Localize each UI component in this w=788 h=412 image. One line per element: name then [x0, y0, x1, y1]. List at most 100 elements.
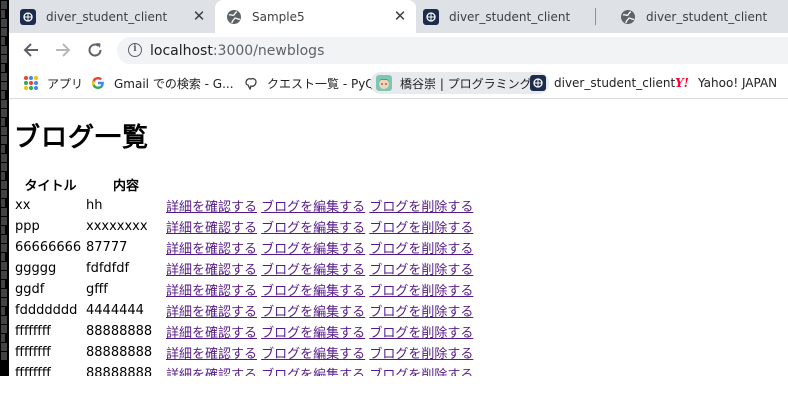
cell-actions: 詳細を確認する ブログを編集する ブログを削除する: [166, 363, 473, 376]
bookmark-diver-student-client[interactable]: diver_student_client: [530, 72, 675, 94]
edit-blog-link[interactable]: ブログを編集する: [261, 263, 365, 278]
table-row: ffffffff 88888888 詳細を確認する ブログを編集する ブログを削除す…: [15, 363, 473, 376]
url-text: localhost:3000/newblogs: [150, 43, 324, 59]
show-detail-link[interactable]: 詳細を確認する: [166, 200, 257, 215]
back-arrow-icon: [23, 43, 38, 57]
show-detail-link[interactable]: 詳細を確認する: [166, 263, 257, 278]
terminal-text-fragment: [1, 55, 7, 63]
terminal-text-fragment: [1, 1, 7, 9]
tab-close-icon[interactable]: ✕: [392, 9, 408, 25]
show-detail-link[interactable]: 詳細を確認する: [166, 347, 257, 362]
cell-actions: 詳細を確認する ブログを編集する ブログを削除する: [166, 279, 473, 300]
delete-blog-link[interactable]: ブログを削除する: [369, 200, 473, 215]
terminal-text-fragment: [1, 244, 7, 252]
delete-blog-link[interactable]: ブログを削除する: [369, 305, 473, 320]
terminal-text-fragment: [1, 298, 7, 306]
avatar-icon: [376, 75, 392, 91]
edit-blog-link[interactable]: ブログを編集する: [261, 242, 365, 257]
edit-blog-link[interactable]: ブログを編集する: [261, 200, 365, 215]
tab-diver-student-client-1[interactable]: diver_student_client ✕: [9, 0, 217, 33]
tab-title: diver_student_client: [46, 9, 168, 24]
address-bar[interactable]: i localhost:3000/newblogs: [117, 37, 788, 64]
tab-diver-student-client-3[interactable]: diver_student_client: [609, 0, 788, 33]
terminal-text-fragment: [1, 136, 7, 144]
diver-icon: [423, 8, 439, 25]
tab-sample5[interactable]: Sample5 ✕: [215, 0, 416, 33]
show-detail-link[interactable]: 詳細を確認する: [166, 368, 257, 376]
cell-actions: 詳細を確認する ブログを編集する ブログを削除する: [166, 321, 473, 342]
table-row: fddddddd 4444444 詳細を確認する ブログを編集する ブログを削除する: [15, 300, 473, 321]
google-icon: [90, 75, 106, 91]
terminal-text-fragment: [1, 262, 7, 270]
browser-toolbar: i localhost:3000/newblogs: [9, 33, 788, 67]
bookmark-hashitani[interactable]: 橋谷崇 | プログラミング...: [370, 72, 550, 94]
terminal-text-fragment: [1, 190, 7, 198]
bookmark-apps[interactable]: アプリ: [23, 72, 83, 94]
terminal-text-fragment: [1, 64, 5, 72]
browser-window: diver_student_client ✕ Sample5 ✕ diver_s…: [9, 0, 788, 376]
cell-content: xxxxxxxx: [86, 219, 148, 234]
reload-icon: [88, 43, 102, 57]
terminal-text-fragment: [1, 118, 5, 126]
delete-blog-link[interactable]: ブログを削除する: [369, 284, 473, 299]
url-host: localhost: [150, 43, 213, 59]
bookmark-pyq[interactable]: クエスト一覧 - PyQ: [243, 72, 375, 94]
edit-blog-link[interactable]: ブログを編集する: [261, 326, 365, 341]
edit-blog-link[interactable]: ブログを編集する: [261, 368, 365, 376]
terminal-text-fragment: [1, 100, 7, 108]
terminal-text-fragment: [1, 307, 5, 315]
terminal-text-fragment: [1, 46, 7, 54]
tab-diver-student-client-2[interactable]: diver_student_client: [412, 0, 612, 33]
page-content: ブログ一覧 タイトル 内容 xx hh 詳細を確認する ブログを編集する ブログを削…: [9, 100, 788, 376]
table-row: ppp xxxxxxxx 詳細を確認する ブログを編集する ブログを削除する: [15, 216, 473, 237]
show-detail-link[interactable]: 詳細を確認する: [166, 326, 257, 341]
yahoo-icon: Y!: [675, 76, 689, 90]
terminal-text-fragment: [1, 163, 7, 171]
cell-title: fddddddd: [15, 303, 78, 318]
terminal-text-fragment: [1, 289, 7, 297]
column-header-content: 内容: [112, 179, 139, 194]
edit-blog-link[interactable]: ブログを編集する: [261, 347, 365, 362]
reload-button[interactable]: [84, 39, 106, 61]
diver-icon: [530, 75, 546, 91]
show-detail-link[interactable]: 詳細を確認する: [166, 221, 257, 236]
cell-title: ggdf: [15, 282, 45, 297]
edit-blog-link[interactable]: ブログを編集する: [261, 305, 365, 320]
delete-blog-link[interactable]: ブログを削除する: [369, 368, 473, 376]
terminal-text-fragment: [1, 172, 5, 180]
cell-actions: 詳細を確認する ブログを編集する ブログを削除する: [166, 300, 473, 321]
back-button[interactable]: [20, 39, 42, 61]
column-header-actions: [166, 174, 473, 195]
terminal-text-fragment: [1, 10, 5, 18]
terminal-text-fragment: [1, 145, 5, 153]
show-detail-link[interactable]: 詳細を確認する: [166, 284, 257, 299]
apps-grid-icon: [23, 75, 39, 91]
forward-button[interactable]: [52, 39, 74, 61]
show-detail-link[interactable]: 詳細を確認する: [166, 305, 257, 320]
terminal-text-fragment: [1, 217, 7, 225]
edit-blog-link[interactable]: ブログを編集する: [261, 221, 365, 236]
cell-content: gfff: [86, 282, 108, 297]
show-detail-link[interactable]: 詳細を確認する: [166, 242, 257, 257]
bookmark-gmail-search[interactable]: Gmail での検索 - G...: [90, 72, 234, 94]
delete-blog-link[interactable]: ブログを削除する: [369, 221, 473, 236]
site-info-icon[interactable]: i: [128, 43, 142, 57]
cell-title: ffffffff: [15, 366, 51, 376]
bookmarks-bar: アプリ Gmail での検索 - G... クエスト一覧 - PyQ 橋谷崇 |…: [9, 67, 788, 99]
bookmark-yahoo[interactable]: Y! Yahoo! JAPAN: [674, 72, 777, 94]
terminal-text-fragment: [1, 154, 7, 162]
table-row: ggggg fdfdfdf 詳細を確認する ブログを編集する ブログを削除する: [15, 258, 473, 279]
tab-close-icon[interactable]: ✕: [191, 9, 207, 25]
cell-actions: 詳細を確認する ブログを編集する ブログを削除する: [166, 237, 473, 258]
table-row: ffffffff 88888888 詳細を確認する ブログを編集する ブログを削除す…: [15, 321, 473, 342]
delete-blog-link[interactable]: ブログを削除する: [369, 347, 473, 362]
delete-blog-link[interactable]: ブログを削除する: [369, 326, 473, 341]
pyq-icon: [243, 75, 259, 91]
delete-blog-link[interactable]: ブログを削除する: [369, 263, 473, 278]
edit-blog-link[interactable]: ブログを編集する: [261, 284, 365, 299]
delete-blog-link[interactable]: ブログを削除する: [369, 242, 473, 257]
cell-content: 88888888: [86, 345, 153, 360]
terminal-text-fragment: [1, 352, 7, 360]
bookmark-label: 橋谷崇 | プログラミング...: [400, 76, 544, 91]
cell-title: xx: [15, 198, 31, 213]
